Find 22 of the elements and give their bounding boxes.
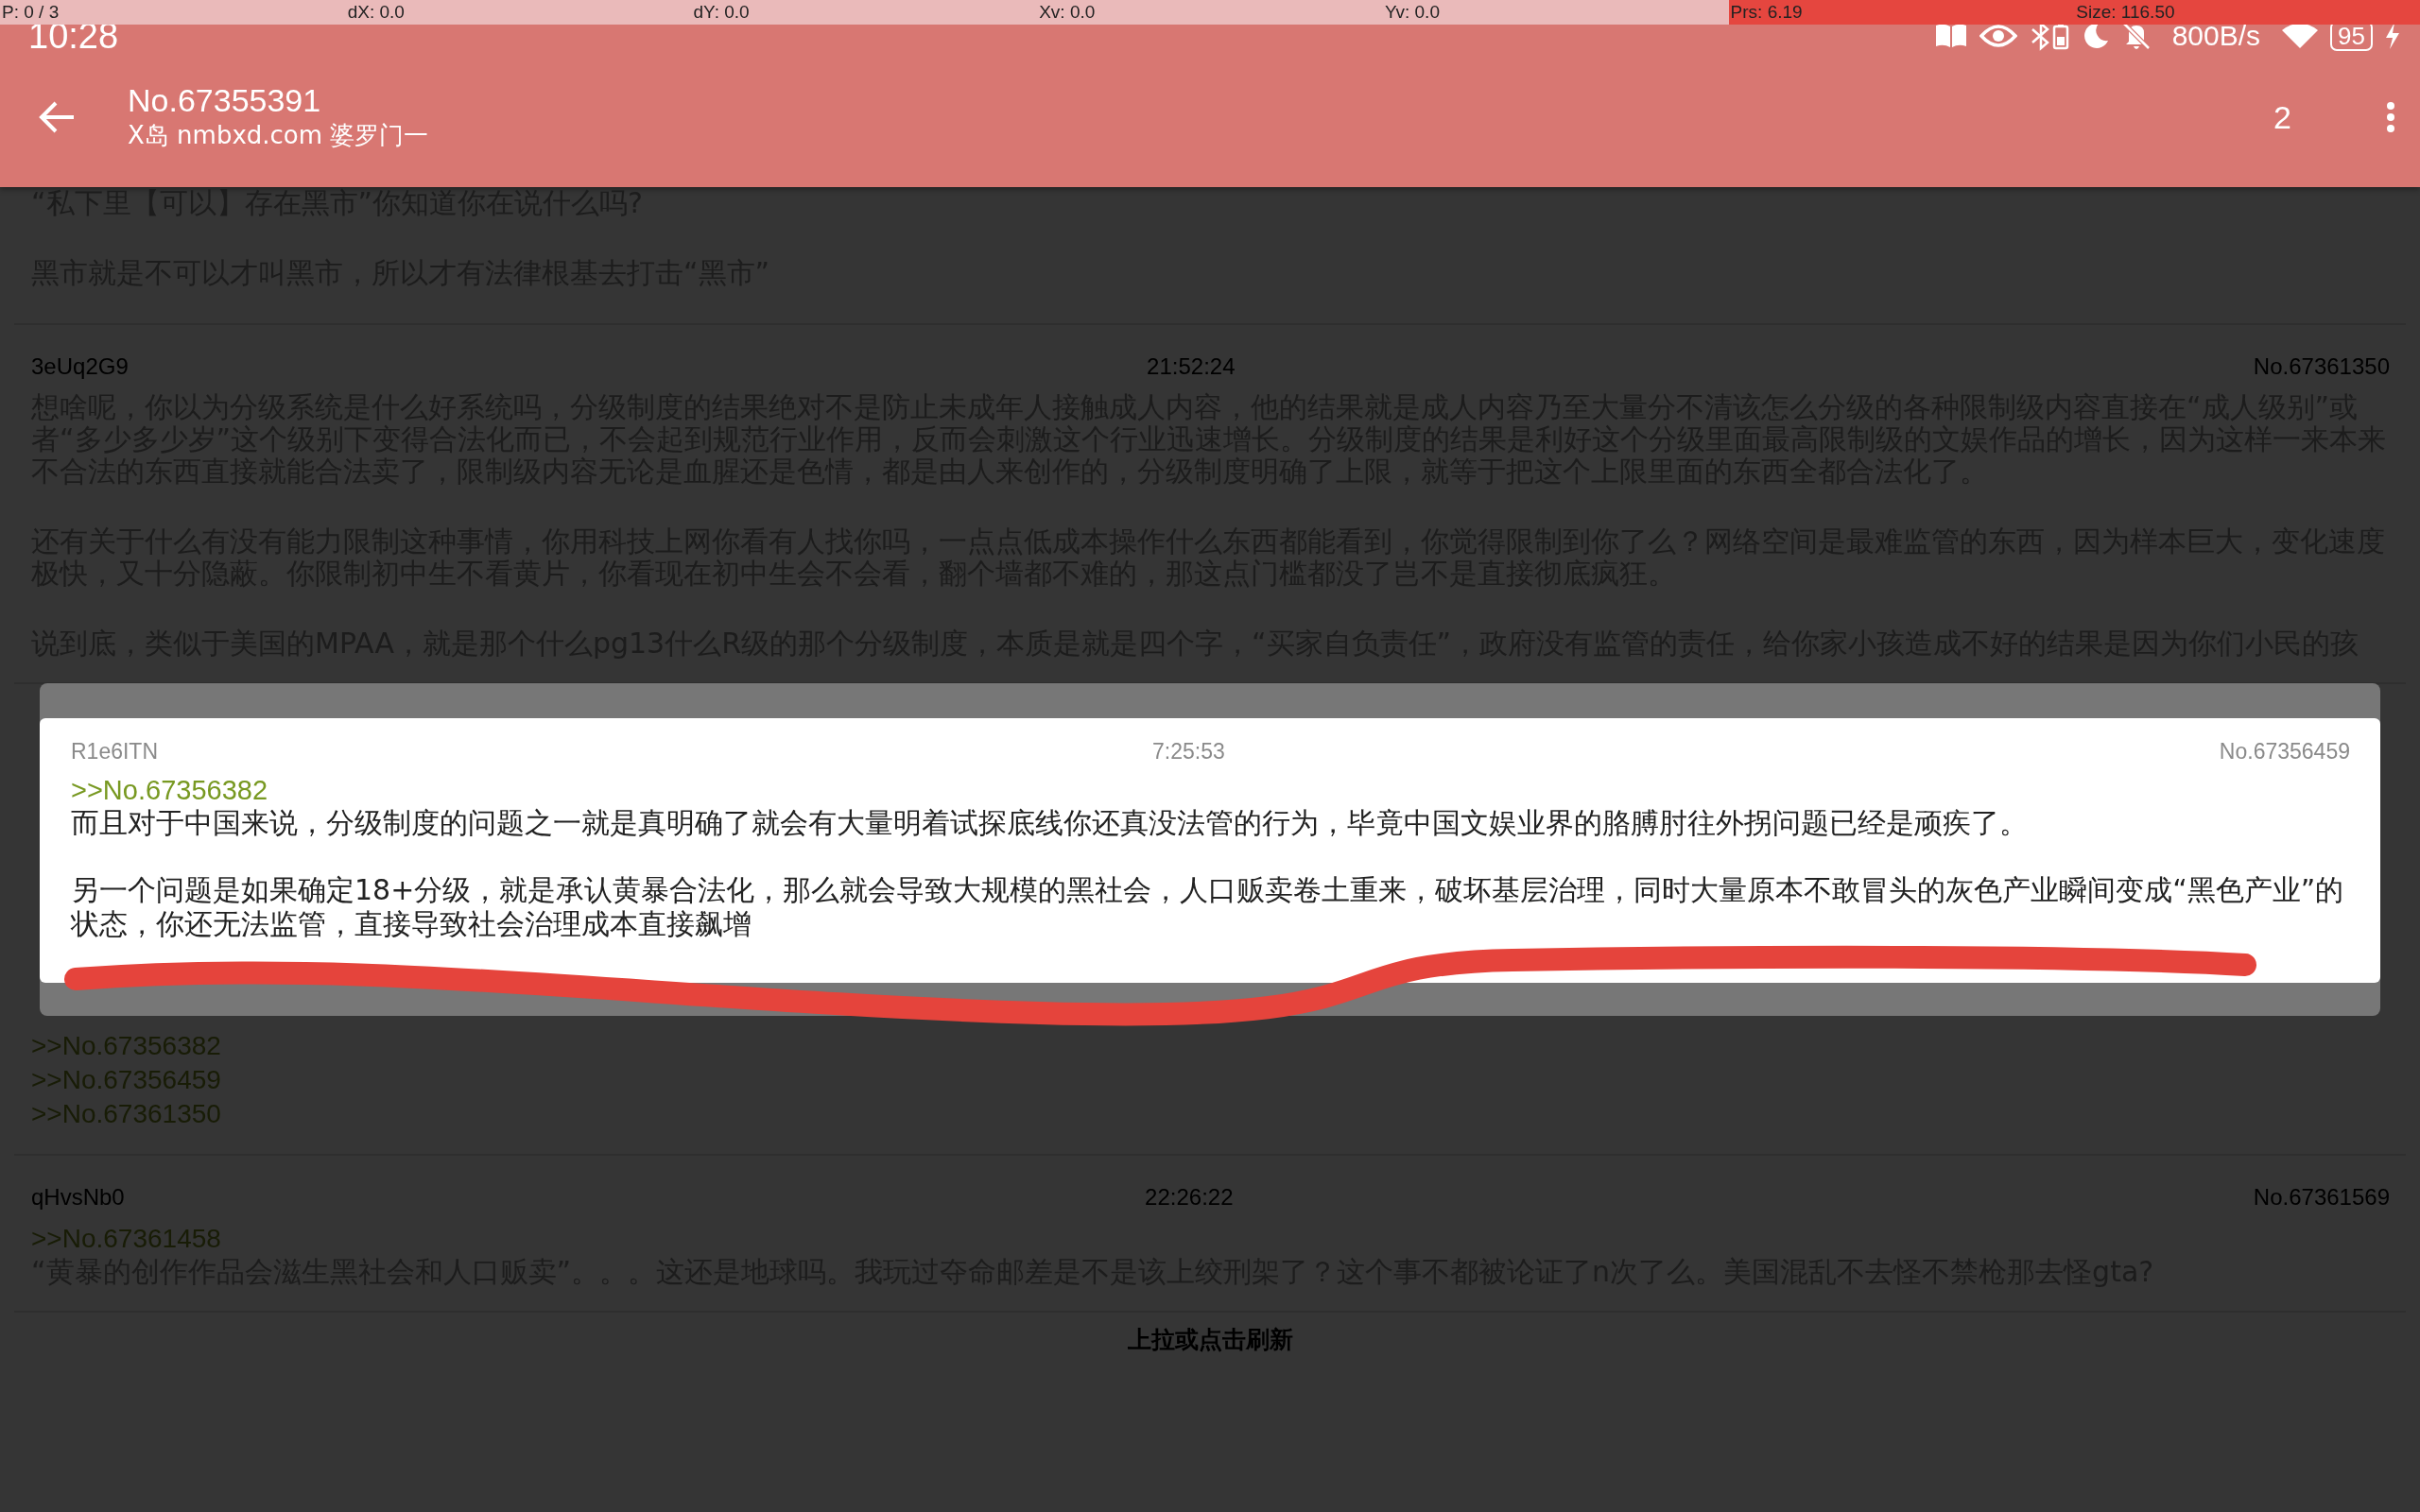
more-menu-icon[interactable] (2386, 101, 2395, 133)
quote-link[interactable]: >>No.67356382 (71, 774, 268, 806)
thread-subtitle: X岛 nmbxd.com 婆罗门一 (128, 120, 430, 151)
pointer-readout: Xv: 0.0 (1038, 1, 1097, 24)
book-icon (1933, 23, 1968, 49)
page-count-button[interactable]: 2 (2264, 94, 2301, 140)
pointer-readout: P: 0 / 3 (1, 1, 60, 24)
pointer-readout: Yv: 0.0 (1383, 1, 1441, 24)
eye-icon (1979, 23, 2017, 49)
post-time: 7:25:53 (1152, 739, 1225, 765)
post-text: 另一个问题是如果确定18+分级，就是承认黄暴合法化，那么就会导致大规模的黑社会，人口贩卖卷土重来，破坏基层治理，同时大量原本不敢冒头的灰色产业瞬间变成“黑色产业”的状态，你还无法监管，直接导致社会治理成本直接飙增 (71, 873, 2345, 941)
pointer-readout: Size: 116.50 (2074, 0, 2420, 25)
post-text: 而且对于中国来说，分级制度的问题之一就是真明确了就会有大量明着试探底线你还真没法管的行为，毕竟中国文娱业界的胳膊肘往外拐问题已经是顽疾了。 (71, 806, 2029, 840)
pointer-readout: dX: 0.0 (346, 1, 406, 24)
post-number: No.67356459 (2219, 739, 2350, 765)
charging-bolt-icon (2384, 22, 2401, 50)
pointer-readout: dY: 0.0 (692, 1, 751, 24)
pointer-readout: Prs: 6.19 (1728, 0, 2075, 25)
thread-title: No.67355391 (128, 82, 322, 119)
back-arrow-icon[interactable] (38, 100, 76, 134)
wifi-icon (2281, 22, 2320, 50)
post-user-id: R1e6ITN (71, 739, 159, 765)
